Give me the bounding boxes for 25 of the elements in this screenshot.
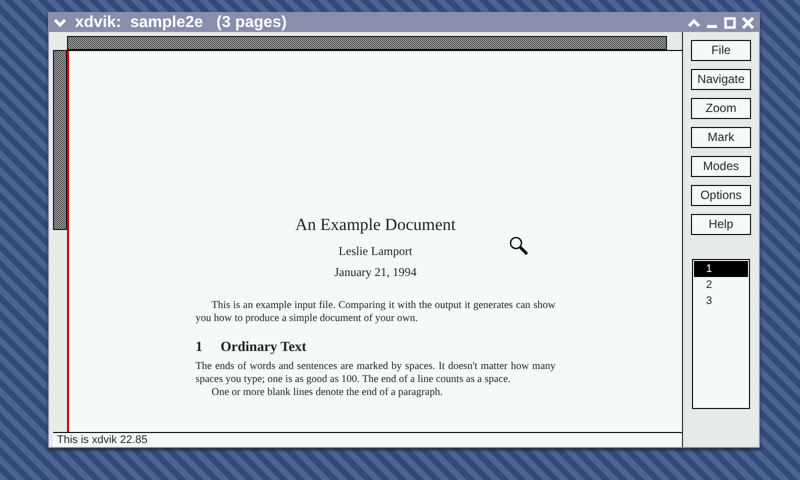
status-bar: This is xdvik 22.85 [53,432,682,447]
body-paragraph: One or more blank lines denote the end of a paragraph. [210,386,444,399]
magnifier-cursor-icon [509,236,529,256]
page-list-item[interactable]: 3 [694,293,748,309]
maximize-icon[interactable] [723,16,737,30]
menu-button[interactable]: File [691,40,751,61]
section-number: 1 [196,341,202,354]
document-date: January 21, 1994 [334,266,417,279]
close-icon[interactable] [741,16,755,30]
page-list-item[interactable]: 1 [694,261,748,277]
vertical-scrollbar[interactable] [53,50,67,230]
page-list-item[interactable]: 2 [694,277,748,293]
menu-button[interactable]: Navigate [691,69,751,90]
menu-button[interactable]: Modes [691,156,751,177]
window-title: xdvik: sample2e (3 pages) [75,13,287,32]
body-paragraph: The ends of words and sentences are marked by spaces. It doesn't matter how many spaces you type; one is as good as 100. The end of a line counts as a space. [196,360,556,386]
menu-button[interactable]: Zoom [691,98,751,119]
document-author: Leslie Lamport [338,245,412,258]
document-title: An Example Document [295,215,456,235]
section-heading: Ordinary Text [220,341,306,354]
menu-button[interactable]: Help [691,214,751,235]
menu-button[interactable]: Options [691,185,751,206]
horizontal-scrollbar[interactable] [67,36,667,50]
abstract-paragraph: This is an example input file. Comparing it with the output it generates can show you how to produce a simple document of your own. [196,299,556,325]
menu-button[interactable]: Mark [691,127,751,148]
